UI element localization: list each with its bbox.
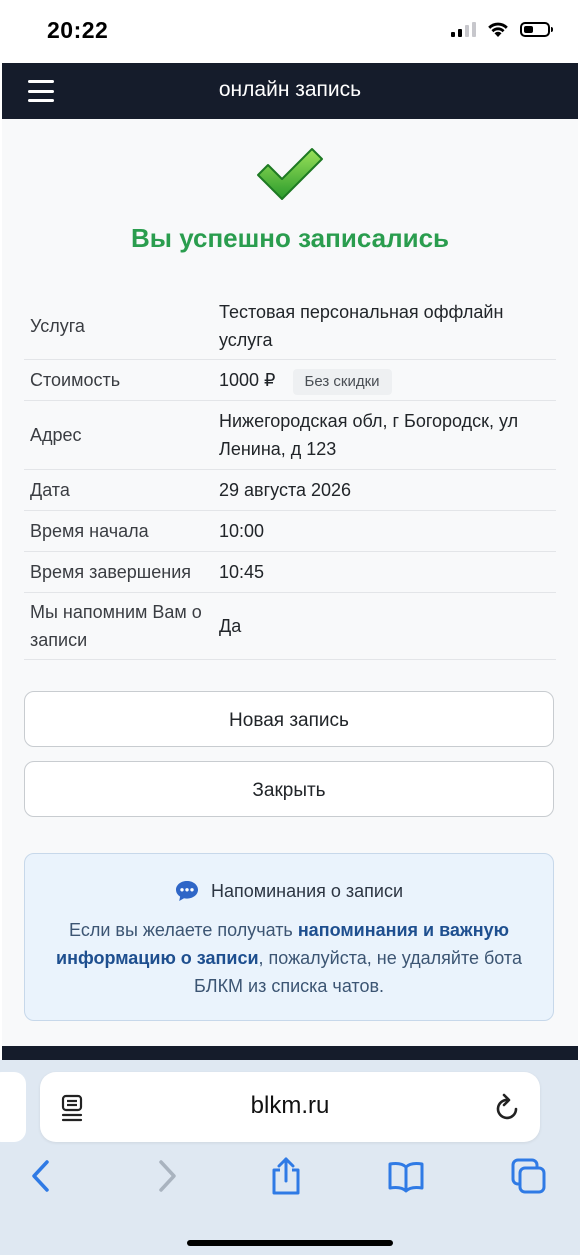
browser-toolbar — [0, 1156, 580, 1196]
detail-row-price: Стоимость 1000 ₽ Без скидки — [24, 360, 556, 401]
reminder-header: Напоминания о записи — [25, 880, 553, 902]
book-icon[interactable] — [388, 1156, 424, 1196]
detail-value: Да — [219, 616, 242, 636]
detail-label: Мы напомним Вам о записи — [30, 602, 202, 650]
detail-value: 29 августа 2026 — [219, 480, 352, 500]
previous-tab-preview[interactable] — [0, 1072, 26, 1142]
chat-bubble-icon — [175, 881, 198, 901]
reminder-text-before: Если вы желаете получать — [69, 920, 298, 940]
detail-row-reminder: Мы напомним Вам о записи Да — [24, 593, 556, 660]
detail-row-address: Адрес Нижегородская обл, г Богородск, ул… — [24, 401, 556, 470]
detail-label: Дата — [30, 480, 70, 500]
new-booking-button[interactable]: Новая запись — [24, 691, 554, 747]
tabs-icon[interactable] — [510, 1156, 546, 1196]
status-time: 20:22 — [47, 17, 109, 43]
cellular-signal-icon — [451, 21, 476, 37]
detail-row-date: Дата 29 августа 2026 — [24, 470, 556, 511]
status-icons — [451, 20, 553, 38]
reminder-title: Напоминания о записи — [210, 880, 404, 901]
detail-value: 10:45 — [219, 562, 265, 582]
battery-icon — [520, 21, 553, 37]
detail-value: Нижегородская обл, г Богородск, ул Ленин… — [219, 411, 519, 459]
reminder-text: Если вы желаете получать напоминания и в… — [49, 916, 529, 1000]
url-text[interactable]: blkm.ru — [40, 1092, 540, 1120]
detail-label: Услуга — [30, 316, 85, 336]
detail-value: Тестовая персональная оффлайн услуга — [219, 302, 504, 350]
price-value: 1000 ₽ — [219, 369, 276, 390]
checkmark-icon — [257, 148, 323, 200]
status-bar: 20:22 — [0, 0, 580, 62]
reload-icon[interactable] — [494, 1092, 522, 1122]
chevron-right-icon[interactable] — [148, 1156, 184, 1196]
navbar: онлайн запись — [2, 63, 578, 119]
reminder-info-box: Напоминания о записи Если вы желаете пол… — [24, 853, 554, 1021]
home-indicator — [187, 1240, 393, 1246]
close-button[interactable]: Закрыть — [24, 761, 554, 817]
detail-label: Адрес — [30, 425, 82, 445]
webpage: онлайн запись Вы успешно записались Услу… — [2, 63, 578, 1063]
share-icon[interactable] — [268, 1156, 304, 1196]
detail-row-end: Время завершения 10:45 — [24, 552, 556, 593]
booking-details: Услуга Тестовая персональная оффлайн усл… — [24, 293, 556, 660]
chevron-left-icon[interactable] — [24, 1156, 60, 1196]
detail-label: Время завершения — [30, 562, 191, 582]
navbar-title: онлайн запись — [218, 78, 362, 101]
success-title: Вы успешно записались — [130, 223, 450, 253]
wifi-icon — [488, 22, 508, 37]
detail-label: Время начала — [30, 521, 149, 541]
address-bar[interactable]: blkm.ru — [40, 1072, 540, 1142]
detail-label: Стоимость — [30, 370, 121, 390]
detail-value: 10:00 — [219, 521, 265, 541]
browser-chrome: blkm.ru — [0, 1060, 580, 1255]
discount-badge: Без скидки — [292, 368, 392, 395]
detail-row-start: Время начала 10:00 — [24, 511, 556, 552]
detail-row-service: Услуга Тестовая персональная оффлайн усл… — [24, 293, 556, 360]
